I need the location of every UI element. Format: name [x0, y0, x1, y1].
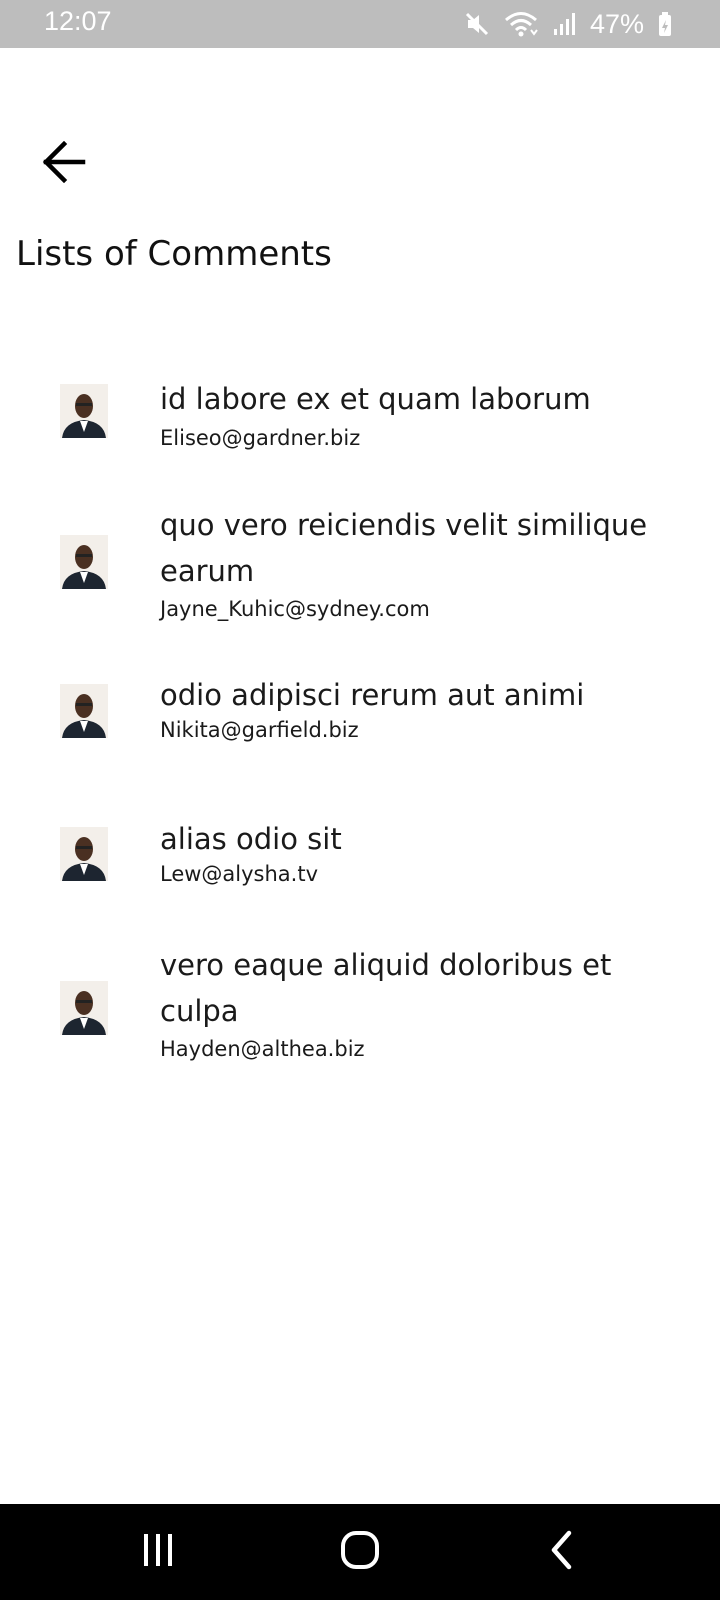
- screen: 12:07 47% Lists of Comments id labore ex…: [0, 0, 720, 1600]
- arrow-left-icon: [41, 140, 87, 187]
- comment-email: Hayden@althea.biz: [160, 1037, 365, 1061]
- home-button[interactable]: [330, 1528, 390, 1576]
- comment-email: Nikita@garfield.biz: [160, 718, 359, 742]
- page-title: Lists of Comments: [16, 234, 332, 274]
- avatar: [60, 827, 108, 881]
- avatar: [60, 535, 108, 589]
- back-button[interactable]: [36, 138, 92, 190]
- comment-email: Eliseo@gardner.biz: [160, 426, 361, 450]
- wifi-icon: [504, 10, 538, 38]
- status-time: 12:07: [44, 6, 112, 36]
- avatar: [60, 684, 108, 738]
- battery-percentage: 47%: [589, 8, 644, 39]
- navigation-bar: [0, 1504, 720, 1600]
- signal-icon: [552, 11, 576, 37]
- battery-icon: [658, 11, 672, 37]
- comment-title: vero eaque aliquid doloribus et culpa: [160, 948, 612, 1028]
- avatar: [60, 384, 108, 438]
- avatar: [60, 981, 108, 1035]
- back-nav-button[interactable]: [532, 1528, 592, 1576]
- home-icon: [340, 1530, 380, 1574]
- comment-email: Jayne_Kuhic@sydney.com: [160, 597, 430, 621]
- comment-title: id labore ex et quam laborum: [160, 382, 591, 416]
- mute-icon: [464, 11, 490, 37]
- status-icons: 47%: [464, 6, 672, 42]
- recent-apps-icon: [140, 1532, 176, 1572]
- comment-title: quo vero reiciendis velit similique earu…: [160, 508, 648, 588]
- recent-apps-button[interactable]: [128, 1528, 188, 1576]
- status-bar: 12:07 47%: [0, 0, 720, 48]
- comment-title: odio adipisci rerum aut animi: [160, 678, 585, 712]
- comment-email: Lew@alysha.tv: [160, 862, 319, 886]
- back-nav-icon: [547, 1530, 577, 1574]
- comment-title: alias odio sit: [160, 822, 342, 856]
